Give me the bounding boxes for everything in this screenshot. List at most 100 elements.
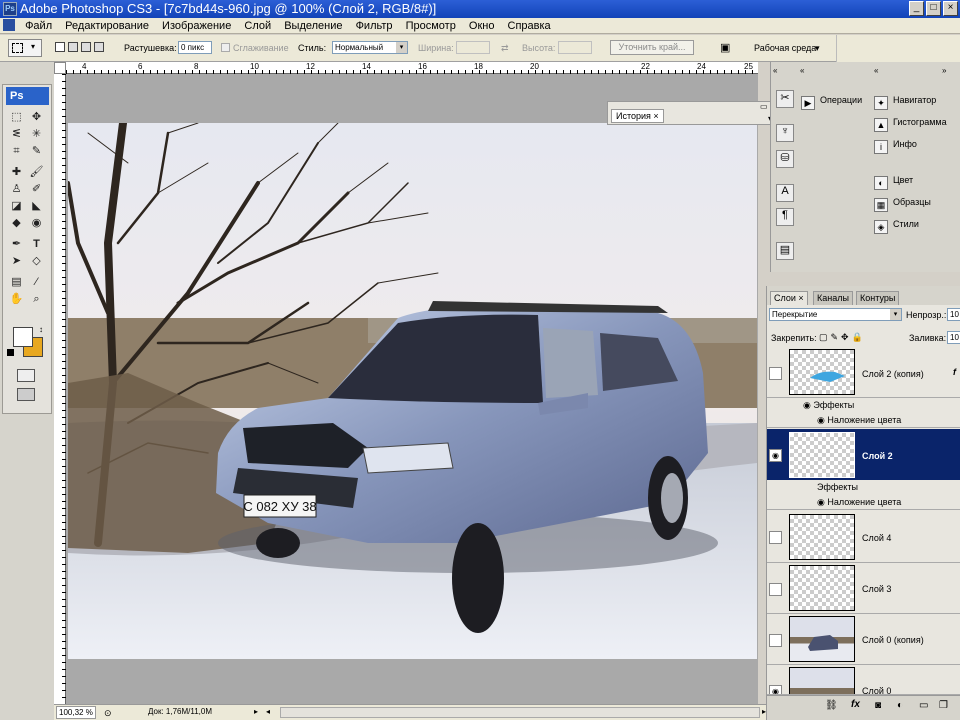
collapse-dock-icon[interactable]: « [800,66,804,75]
collapse-dock-icon[interactable]: « [874,66,878,75]
status-menu-arrow[interactable]: ▸ [254,705,258,719]
healing-brush-icon[interactable]: ✚ [8,165,25,180]
menu-filter[interactable]: Фильтр [351,20,398,32]
blend-mode-select[interactable]: Перекрытие ▾ [769,308,902,321]
new-layer-icon[interactable]: ❐ [939,700,948,711]
minimize-button[interactable]: _ [909,1,924,16]
ruler-origin[interactable] [54,62,66,74]
clone-stamp-icon[interactable]: ♙ [8,182,25,197]
brushes-icon[interactable]: ✂ [776,90,794,108]
layer-row[interactable]: Слой 0 (копия) [767,614,960,665]
menu-select[interactable]: Выделение [279,20,347,32]
width-input[interactable] [456,41,490,54]
antialias-checkbox[interactable] [221,43,230,52]
menu-file[interactable]: Файл [20,20,57,32]
maximize-button[interactable]: □ [926,1,941,16]
layer-row[interactable]: Слой 3 [767,563,960,614]
eye-icon[interactable]: ◉ [769,685,782,694]
tab-layers[interactable]: Слои × [770,291,808,305]
character-icon[interactable]: A [776,184,794,202]
refine-edge-button[interactable]: Уточнить край... [610,40,694,55]
shape-tool-icon[interactable]: ◇ [28,254,45,269]
info-panel-button[interactable]: i Инфо [874,134,917,154]
crop-tool-icon[interactable]: ⌗ [8,144,25,159]
fx-icon[interactable]: fx [851,699,860,710]
paint-bucket-icon[interactable]: ◣ [28,199,45,214]
effect-row[interactable]: ◉ Наложение цвета [767,495,960,510]
move-tool-icon[interactable]: ✥ [28,110,45,125]
color-panel-button[interactable]: ◐ Цвет [874,170,913,190]
scroll-left-arrow[interactable]: ◂ [266,705,270,719]
close-button[interactable]: × [943,1,958,16]
minimize-panel-button[interactable]: ▭ [760,102,768,111]
lasso-tool-icon[interactable]: ᓬ [8,127,25,142]
hand-tool-icon[interactable]: ✋ [8,292,25,307]
visibility-toggle[interactable] [769,367,782,380]
history-brush-icon[interactable]: ✐ [28,182,45,197]
menu-image[interactable]: Изображение [157,20,236,32]
height-input[interactable] [558,41,592,54]
eyedropper-icon[interactable]: ⁄ [28,275,45,290]
swap-colors-icon[interactable]: ↕ [39,325,43,334]
new-group-icon[interactable]: ▭ [919,700,928,711]
foreground-color-swatch[interactable] [13,327,33,347]
workspace-menu[interactable]: Рабочая среда [754,42,816,54]
slice-tool-icon[interactable]: ✎ [28,144,45,159]
histogram-panel-button[interactable]: ▲ Гистограмма [874,112,947,132]
layer-row[interactable]: Слой 4 [767,511,960,563]
tab-paths[interactable]: Контуры [856,291,900,305]
styles-panel-button[interactable]: ◈ Стили [874,214,919,234]
layer-row[interactable]: Слой 2 (копия) f [767,347,960,398]
effect-row[interactable]: ◉ Наложение цвета [767,413,960,428]
visibility-toggle[interactable] [769,583,782,596]
eraser-tool-icon[interactable]: ◪ [8,199,25,214]
menu-edit[interactable]: Редактирование [60,20,154,32]
menu-help[interactable]: Справка [503,20,556,32]
blur-tool-icon[interactable]: ◆ [8,216,25,231]
intersect-selection-icon[interactable] [94,42,104,52]
fill-input[interactable]: 10 [947,331,960,344]
default-colors-icon[interactable] [7,349,14,356]
add-selection-icon[interactable] [68,42,78,52]
visibility-toggle[interactable] [769,531,782,544]
new-selection-icon[interactable] [55,42,65,52]
actions-panel-button[interactable]: ▶ Операции [801,90,862,110]
menu-view[interactable]: Просмотр [401,20,461,32]
effects-row[interactable]: Эффекты [767,480,960,495]
tool-presets-icon[interactable]: ♆ [776,124,794,142]
horizontal-scrollbar[interactable] [280,707,760,718]
path-selection-icon[interactable]: ➤ [8,254,25,269]
pen-tool-icon[interactable]: ✒ [8,237,25,252]
opacity-input[interactable]: 10 [947,308,960,321]
swatches-panel-button[interactable]: ▦ Образцы [874,192,931,212]
layer-row[interactable]: ◉ Слой 0 [767,665,960,695]
style-select[interactable]: Нормальный ▾ [332,41,408,54]
tab-channels[interactable]: Каналы [813,291,853,305]
notes-tool-icon[interactable]: ▤ [8,275,25,290]
dodge-tool-icon[interactable]: ◉ [28,216,45,231]
scroll-right-arrow[interactable]: ▸ [762,705,766,719]
menu-window[interactable]: Окно [464,20,500,32]
clone-source-icon[interactable]: ⛁ [776,150,794,168]
document-photo[interactable]: С 082 ХУ 38 [68,123,757,659]
adjustment-layer-icon[interactable]: ◐ [897,700,903,711]
visibility-toggle[interactable] [769,634,782,647]
tool-preset-picker[interactable]: ▾ [8,39,42,57]
quick-mask-icon[interactable] [17,369,35,382]
screen-mode-icon[interactable] [17,388,35,401]
menu-layer[interactable]: Слой [239,20,276,32]
brush-tool-icon[interactable]: 🖌 [28,165,45,180]
swap-icon[interactable]: ⇄ [501,42,509,54]
marquee-tool-icon[interactable]: ⬚ [8,110,25,125]
layer-comps-icon[interactable]: ▤ [776,242,794,260]
link-layers-icon[interactable]: ⛓ [825,700,838,711]
zoom-field[interactable]: 100,32 % [56,706,96,719]
effects-row[interactable]: ◉ Эффекты [767,398,960,413]
zoom-tool-icon[interactable]: ⌕ [28,292,45,307]
collapse-dock-icon[interactable]: « [773,66,777,75]
eye-icon[interactable]: ◉ [769,449,782,462]
type-tool-icon[interactable]: T [28,237,45,252]
add-mask-icon[interactable]: ◙ [875,700,881,711]
layer-row-selected[interactable]: ◉ Слой 2 [767,429,960,482]
dock-menu-icon[interactable]: » [942,66,946,75]
